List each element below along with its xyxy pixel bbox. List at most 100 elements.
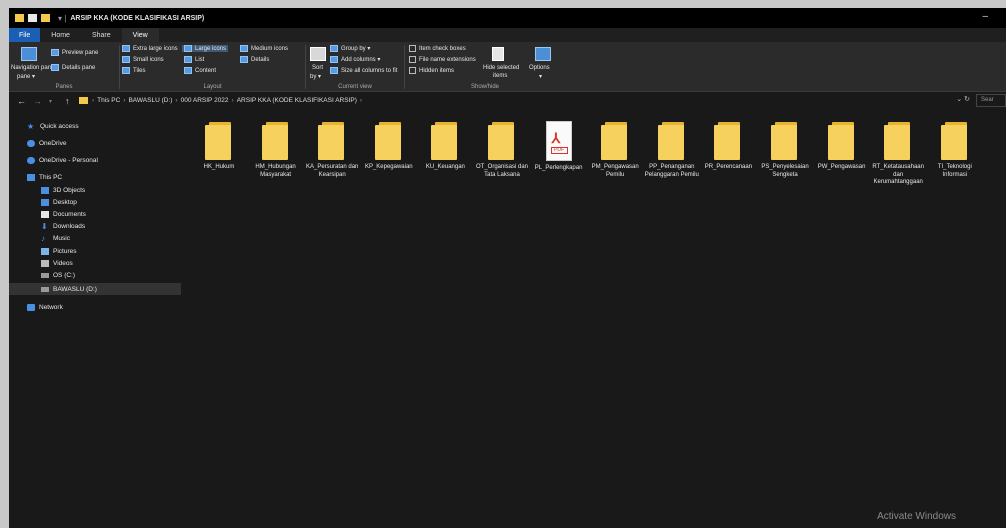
folder-icon <box>374 122 403 160</box>
add-columns-button[interactable]: Add columns ▾ <box>330 56 380 63</box>
folder-item[interactable]: PS_Penyelesaian Sengketa <box>757 118 813 179</box>
nav-item-documents[interactable]: Documents <box>41 208 181 220</box>
recent-locations-dropdown[interactable]: ▾ <box>49 98 57 105</box>
folder-front-shape <box>771 125 797 160</box>
nav-item-music[interactable]: ♪ Music <box>41 232 181 244</box>
tab-view[interactable]: View <box>121 28 159 42</box>
folder-front-shape <box>827 125 854 160</box>
size-all-columns-button[interactable]: Size all columns to fit <box>330 67 397 74</box>
tiles-option[interactable]: Tiles <box>122 67 145 74</box>
size-columns-icon <box>330 67 338 74</box>
folder-front-shape <box>657 125 684 160</box>
small-icons-option[interactable]: Small icons <box>122 56 164 63</box>
nav-item-desktop[interactable]: Desktop <box>41 196 181 208</box>
hidden-items-toggle[interactable]: Hidden items <box>409 67 454 74</box>
group-by-button[interactable]: Group by ▾ <box>330 45 370 52</box>
nav-item-this-pc[interactable]: This PC <box>27 171 181 183</box>
group-by-icon <box>330 45 338 52</box>
tab-file[interactable]: File <box>9 28 41 42</box>
folder-icon <box>261 122 290 160</box>
network-icon <box>27 303 35 311</box>
folder-item[interactable]: TI_Teknologi Informasi <box>927 118 983 179</box>
options-icon <box>535 47 551 61</box>
search-input[interactable]: Sear <box>976 94 1006 107</box>
properties-icon[interactable] <box>28 14 37 22</box>
minimize-button[interactable]: – <box>982 11 988 22</box>
address-bar-row: ← → ▾ ↑ › This PC › BAWASLU (D:) › 000 A… <box>9 92 1006 110</box>
nav-item-3d-objects[interactable]: 3D Objects <box>41 184 181 196</box>
details-option[interactable]: Details <box>240 56 269 63</box>
refresh-icon[interactable]: ↻ <box>964 96 970 103</box>
breadcrumb-current-folder[interactable]: ARSIP KKA (KODE KLASIFIKASI ARSIP) <box>237 97 357 104</box>
nav-item-bawaslu-d[interactable]: BAWASLU (D:) <box>9 283 181 295</box>
nav-item-label: Documents <box>53 210 86 218</box>
details-pane-icon <box>51 64 59 71</box>
options-button[interactable]: Options <box>529 65 550 71</box>
breadcrumb-this-pc[interactable]: This PC <box>97 97 120 104</box>
activate-windows-watermark: Activate Windows <box>877 511 956 522</box>
nav-item-onedrive-personal[interactable]: OneDrive - Personal <box>27 154 181 166</box>
nav-item-quick-access[interactable]: ★ Quick access <box>27 120 181 132</box>
item-check-boxes-toggle[interactable]: Item check boxes <box>409 45 466 52</box>
new-folder-icon[interactable] <box>41 14 50 22</box>
folder-item[interactable]: KU_Keuangan <box>417 118 473 172</box>
folder-icon <box>318 122 346 160</box>
folder-icon <box>771 122 799 160</box>
address-dropdown-icon[interactable]: ⌄ <box>956 96 962 103</box>
pdf-file-item[interactable]: ⅄ PDF PL_Perlengkapan <box>531 118 587 173</box>
title-bar: ▾ | ARSIP KKA (KODE KLASIFIKASI ARSIP) – <box>9 8 1006 28</box>
item-name: PR_Perencanaan <box>704 164 753 170</box>
preview-pane-button[interactable]: Preview pane <box>51 49 98 56</box>
folder-item[interactable]: PW_Pengawasan <box>814 118 870 172</box>
folder-item[interactable]: OT_Organisasi dan Tata Laksana <box>474 118 530 179</box>
ribbon: Navigation pane pane ▾ Preview pane Deta… <box>9 42 1006 92</box>
nav-item-pictures[interactable]: Pictures <box>41 245 181 257</box>
extra-large-icons-icon <box>122 45 130 52</box>
nav-item-network[interactable]: Network <box>27 301 181 313</box>
folder-front-shape <box>431 125 458 160</box>
folder-item[interactable]: HM_Hubungan Masyarakat <box>248 118 304 179</box>
file-name-extensions-toggle[interactable]: File name extensions <box>409 56 476 63</box>
current-view-group-label: Current view <box>338 84 372 90</box>
tab-share[interactable]: Share <box>81 28 122 42</box>
nav-item-os-c[interactable]: OS (C:) <box>41 269 181 281</box>
navigation-pane-button[interactable]: Navigation pane <box>11 65 54 71</box>
add-columns-label: Add columns ▾ <box>341 57 381 63</box>
sort-by-button[interactable]: Sort <box>312 65 323 71</box>
details-pane-button[interactable]: Details pane <box>51 64 95 71</box>
cloud-icon <box>27 156 35 164</box>
options-dropdown[interactable]: ▾ <box>539 73 542 80</box>
folder-item[interactable]: KA_Persuratan dan Kearsipan <box>304 118 360 179</box>
document-icon <box>41 210 49 218</box>
folder-icon <box>205 122 233 160</box>
forward-button[interactable]: → <box>33 96 42 106</box>
content-option[interactable]: Content <box>184 67 216 74</box>
refresh-button[interactable]: ⌄ ↻ <box>956 95 970 103</box>
folder-item[interactable]: HK_Hukum <box>191 118 247 172</box>
address-bar[interactable]: › This PC › BAWASLU (D:) › 000 ARSIP 202… <box>79 94 959 107</box>
tab-home[interactable]: Home <box>40 28 81 42</box>
nav-item-onedrive[interactable]: OneDrive <box>27 137 181 149</box>
folder-item[interactable]: PP_Penanganan Pelanggaran Pemilu <box>644 118 700 179</box>
folder-item[interactable]: KP_Kepegawaian <box>361 118 417 172</box>
folder-item[interactable]: PM_Pengawasan Pemilu <box>587 118 643 179</box>
breadcrumb-archive-2022[interactable]: 000 ARSIP 2022 <box>181 97 229 104</box>
nav-item-downloads[interactable]: ⬇ Downloads <box>41 220 181 232</box>
folder-icon <box>827 122 856 160</box>
folder-item[interactable]: PR_Perencanaan <box>700 118 756 172</box>
nav-item-videos[interactable]: Videos <box>41 257 181 269</box>
hide-selected-button[interactable]: Hide selected <box>483 65 519 71</box>
navigation-pane-dropdown[interactable]: pane ▾ <box>17 73 35 80</box>
quick-access-toolbar-dropdown[interactable]: ▾ | <box>58 14 66 23</box>
list-option[interactable]: List <box>184 56 204 63</box>
back-button[interactable]: ← <box>17 96 26 106</box>
folder-item[interactable]: RT_Ketatausahaan dan Kerumahtanggaan <box>870 118 926 187</box>
window-title: ARSIP KKA (KODE KLASIFIKASI ARSIP) <box>70 14 205 22</box>
breadcrumb-drive[interactable]: BAWASLU (D:) <box>128 97 172 104</box>
medium-icons-option[interactable]: Medium icons <box>240 45 288 52</box>
up-button[interactable]: ↑ <box>65 96 73 106</box>
large-icons-option[interactable]: Large icons <box>182 45 229 52</box>
extra-large-icons-option[interactable]: Extra large icons <box>122 45 178 52</box>
add-columns-icon <box>330 56 338 63</box>
sort-by-dropdown[interactable]: by ▾ <box>310 73 321 80</box>
